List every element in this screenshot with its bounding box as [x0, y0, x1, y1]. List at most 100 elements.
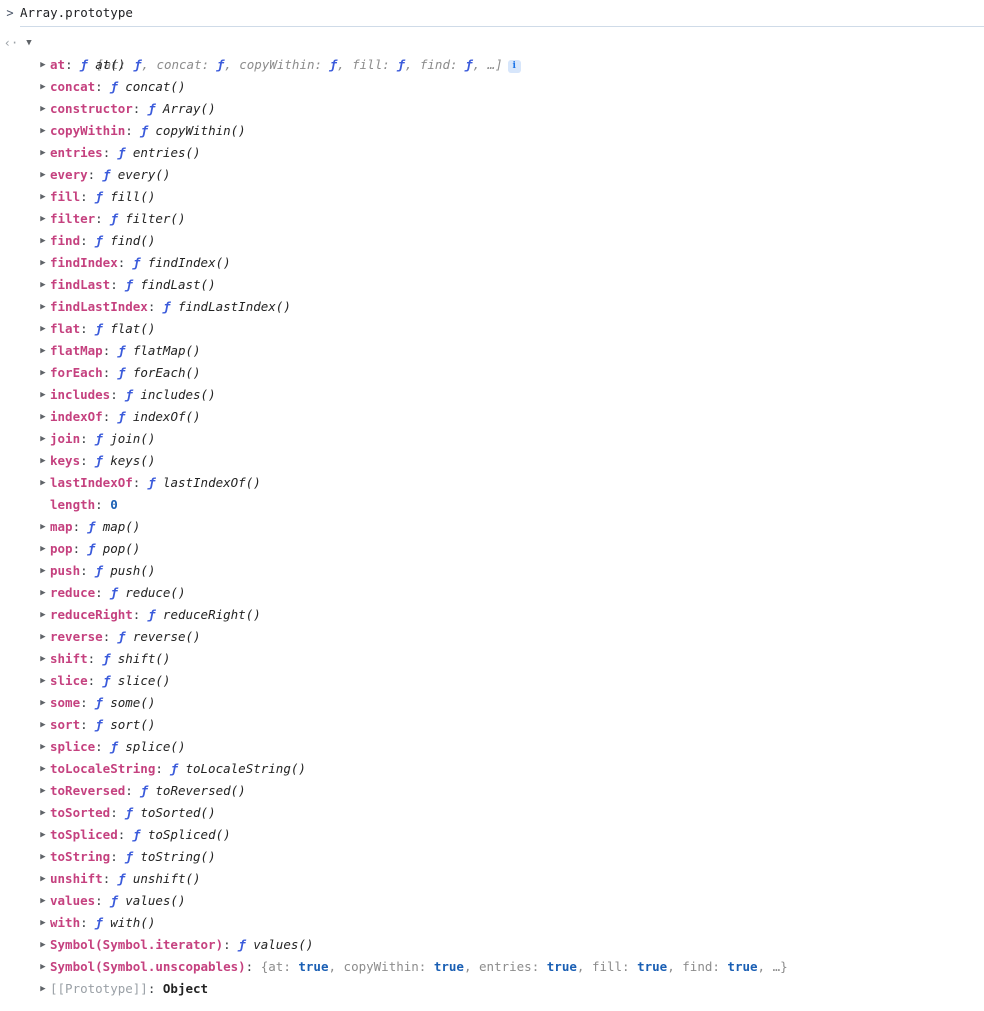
property-value-function: values() [253, 937, 313, 952]
expand-triangle-icon[interactable]: ▶ [36, 76, 50, 98]
property-row[interactable]: ▶findLast: ƒ findLast() [36, 274, 984, 296]
property-row[interactable]: ▶reduceRight: ƒ reduceRight() [36, 604, 984, 626]
expand-triangle-icon[interactable]: ▶ [36, 802, 50, 824]
property-row[interactable]: ▶constructor: ƒ Array() [36, 98, 984, 120]
expand-triangle-icon[interactable]: ▶ [36, 780, 50, 802]
property-entry: join: ƒ join() [50, 428, 155, 450]
expand-triangle-icon[interactable]: ▶ [36, 340, 50, 362]
property-row[interactable]: ▶reverse: ƒ reverse() [36, 626, 984, 648]
expand-triangle-icon[interactable]: ▶ [36, 538, 50, 560]
property-row[interactable]: length: 0 [36, 494, 984, 516]
property-colon: : [65, 57, 73, 72]
property-row[interactable]: ▶sort: ƒ sort() [36, 714, 984, 736]
property-colon: : [133, 607, 141, 622]
property-row[interactable]: ▶toSpliced: ƒ toSpliced() [36, 824, 984, 846]
property-row[interactable]: ▶copyWithin: ƒ copyWithin() [36, 120, 984, 142]
property-row[interactable]: ▶toReversed: ƒ toReversed() [36, 780, 984, 802]
expand-triangle-icon[interactable]: ▶ [36, 626, 50, 648]
info-icon[interactable]: i [508, 60, 521, 73]
property-name: indexOf [50, 409, 103, 424]
property-row[interactable]: ▶keys: ƒ keys() [36, 450, 984, 472]
property-row[interactable]: ▶toSorted: ƒ toSorted() [36, 802, 984, 824]
expand-triangle-icon[interactable]: ▶ [36, 648, 50, 670]
property-row[interactable]: ▶findIndex: ƒ findIndex() [36, 252, 984, 274]
property-row[interactable]: ▶Symbol(Symbol.unscopables): {at: true, … [36, 956, 984, 978]
expand-triangle-icon[interactable]: ▶ [36, 604, 50, 626]
expand-triangle-icon[interactable]: ▶ [36, 868, 50, 890]
property-row[interactable]: ▶map: ƒ map() [36, 516, 984, 538]
property-row[interactable]: ▶indexOf: ƒ indexOf() [36, 406, 984, 428]
property-row[interactable]: ▶every: ƒ every() [36, 164, 984, 186]
expand-triangle-icon[interactable]: ▶ [36, 120, 50, 142]
property-row[interactable]: ▶with: ƒ with() [36, 912, 984, 934]
property-row[interactable]: ▶toLocaleString: ƒ toLocaleString() [36, 758, 984, 780]
property-row[interactable]: ▶lastIndexOf: ƒ lastIndexOf() [36, 472, 984, 494]
console-input-line[interactable]: > Array.prototype [0, 0, 984, 26]
property-name: reduce [50, 585, 95, 600]
property-row[interactable]: ▶forEach: ƒ forEach() [36, 362, 984, 384]
expand-triangle-icon[interactable]: ▶ [36, 252, 50, 274]
property-row[interactable]: ▶find: ƒ find() [36, 230, 984, 252]
property-row[interactable]: ▶reduce: ƒ reduce() [36, 582, 984, 604]
property-row[interactable]: ▶some: ƒ some() [36, 692, 984, 714]
expand-triangle-icon[interactable]: ▶ [36, 362, 50, 384]
expand-triangle-icon[interactable]: ▶ [36, 164, 50, 186]
property-row[interactable]: ▶flatMap: ƒ flatMap() [36, 340, 984, 362]
property-row[interactable]: ▶[[Prototype]]: Object [36, 978, 984, 1000]
expand-triangle-icon[interactable]: ▶ [36, 824, 50, 846]
expand-triangle-icon[interactable]: ▶ [36, 912, 50, 934]
expand-triangle-icon[interactable]: ▶ [36, 890, 50, 912]
expand-triangle-icon[interactable]: ▶ [36, 516, 50, 538]
property-row[interactable]: ▶toString: ƒ toString() [36, 846, 984, 868]
expand-triangle-icon[interactable]: ▶ [36, 230, 50, 252]
console-input-expression[interactable]: Array.prototype [20, 3, 133, 23]
expand-triangle-icon[interactable]: ▶ [36, 582, 50, 604]
expand-triangle-icon[interactable]: ▶ [36, 472, 50, 494]
expand-triangle-icon[interactable]: ▶ [36, 956, 50, 978]
property-row[interactable]: ▶values: ƒ values() [36, 890, 984, 912]
expand-triangle-icon[interactable]: ▶ [36, 98, 50, 120]
property-row[interactable]: ▶unshift: ƒ unshift() [36, 868, 984, 890]
expand-triangle-icon[interactable]: ▶ [36, 714, 50, 736]
expand-triangle-icon[interactable]: ▶ [36, 846, 50, 868]
property-row[interactable]: ▶slice: ƒ slice() [36, 670, 984, 692]
property-row[interactable]: ▶findLastIndex: ƒ findLastIndex() [36, 296, 984, 318]
expand-triangle-icon[interactable]: ▶ [36, 406, 50, 428]
property-row[interactable]: ▶includes: ƒ includes() [36, 384, 984, 406]
expand-triangle-icon[interactable]: ▶ [36, 736, 50, 758]
property-colon: : [125, 783, 133, 798]
expand-triangle-icon[interactable]: ▶ [36, 758, 50, 780]
expand-triangle-icon[interactable]: ▶ [36, 208, 50, 230]
property-row[interactable]: ▶shift: ƒ shift() [36, 648, 984, 670]
property-row[interactable]: ▶push: ƒ push() [36, 560, 984, 582]
property-value-function: map() [103, 519, 141, 534]
function-glyph-icon: ƒ [110, 739, 118, 754]
property-row[interactable]: ▶entries: ƒ entries() [36, 142, 984, 164]
property-colon: : [80, 695, 88, 710]
expand-triangle-icon[interactable]: ▶ [36, 670, 50, 692]
expand-triangle-icon[interactable]: ▶ [36, 186, 50, 208]
function-glyph-icon: ƒ [140, 123, 148, 138]
expand-triangle-icon[interactable]: ▶ [36, 934, 50, 956]
expand-triangle-open-icon[interactable]: ▼ [22, 32, 36, 54]
property-row[interactable]: ▶flat: ƒ flat() [36, 318, 984, 340]
expand-triangle-icon[interactable]: ▶ [36, 384, 50, 406]
property-row[interactable]: ▶filter: ƒ filter() [36, 208, 984, 230]
expand-triangle-icon[interactable]: ▶ [36, 142, 50, 164]
expand-triangle-icon[interactable]: ▶ [36, 54, 50, 76]
expand-triangle-icon[interactable]: ▶ [36, 978, 50, 1000]
property-row[interactable]: ▶splice: ƒ splice() [36, 736, 984, 758]
property-name: toLocaleString [50, 761, 155, 776]
property-row[interactable]: ▶pop: ƒ pop() [36, 538, 984, 560]
result-summary-row[interactable]: ‹· ▼ [at: ƒ, concat: ƒ, copyWithin: ƒ, f… [0, 32, 984, 54]
expand-triangle-icon[interactable]: ▶ [36, 692, 50, 714]
expand-triangle-icon[interactable]: ▶ [36, 450, 50, 472]
property-row[interactable]: ▶fill: ƒ fill() [36, 186, 984, 208]
expand-triangle-icon[interactable]: ▶ [36, 296, 50, 318]
expand-triangle-icon[interactable]: ▶ [36, 318, 50, 340]
property-row[interactable]: ▶join: ƒ join() [36, 428, 984, 450]
property-row[interactable]: ▶Symbol(Symbol.iterator): ƒ values() [36, 934, 984, 956]
expand-triangle-icon[interactable]: ▶ [36, 274, 50, 296]
expand-triangle-icon[interactable]: ▶ [36, 560, 50, 582]
expand-triangle-icon[interactable]: ▶ [36, 428, 50, 450]
